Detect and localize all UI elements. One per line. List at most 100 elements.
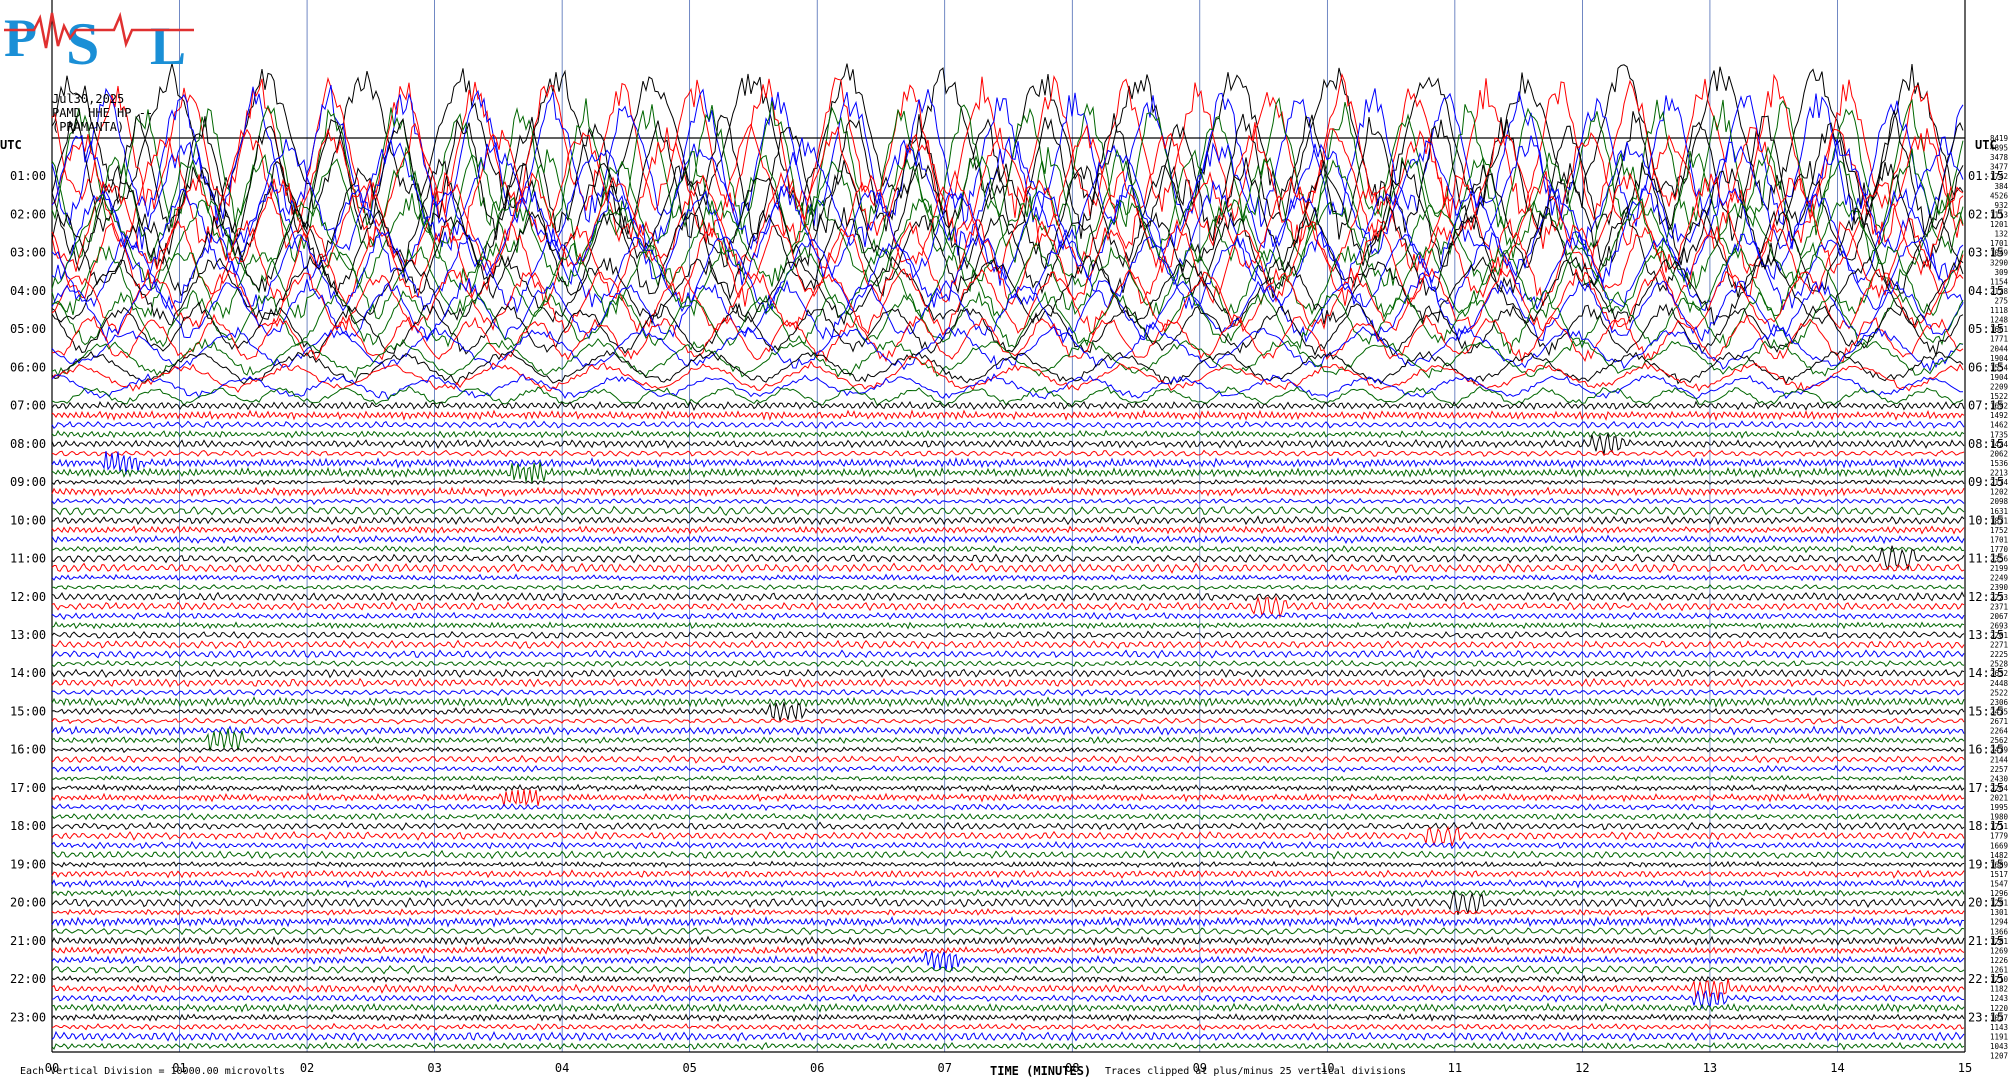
trace-value-label: 2390 [1990, 583, 2009, 592]
x-tick-label: 11 [1448, 1061, 1462, 1075]
trace-line [51, 478, 1965, 486]
trace-line [51, 545, 1965, 554]
trace-value-label: 1043 [1990, 1042, 2008, 1051]
left-time-label: 23:00 [10, 1010, 46, 1024]
trace-line [51, 649, 1965, 660]
trace-line [51, 783, 1965, 793]
trace-value-label: 1049 [1990, 249, 2008, 258]
trace-line [51, 1002, 1965, 1014]
trace-value-label: 2223 [1990, 593, 2008, 602]
trace-line [51, 926, 1965, 936]
left-time-label: 22:00 [10, 972, 46, 986]
trace-line [51, 145, 1964, 264]
trace-line [51, 812, 1965, 821]
trace-line [51, 974, 1965, 984]
trace-line [51, 621, 1965, 630]
trace-line [51, 515, 1965, 526]
trace-line [51, 573, 1965, 583]
trace-line [51, 840, 1965, 850]
x-tick-label: 02 [300, 1061, 314, 1075]
seismogram-plot: 00 01 02 03 04 05 06 07 08 09 10 11 12 13 14 1501:0002:… [10, 0, 2009, 1075]
trace-line [51, 429, 1965, 439]
trace-value-label: 1243 [1990, 994, 2008, 1003]
trace-line [51, 789, 1965, 807]
utc-right-label: UTC [1975, 138, 1997, 152]
left-time-label: 01:00 [10, 169, 46, 183]
x-tick-label: 12 [1575, 1061, 1589, 1075]
trace-value-label: 1631 [1990, 507, 2008, 516]
left-time-label: 08:00 [10, 437, 46, 451]
trace-line [51, 696, 1965, 708]
left-time-label: 05:00 [10, 322, 46, 336]
trace-value-label: 1995 [1990, 803, 2008, 812]
trace-value-label: 1669 [1990, 841, 2008, 850]
trace-line [51, 525, 1965, 535]
trace-value-label: 1689 [1990, 860, 2008, 869]
x-tick-label: 04 [555, 1061, 569, 1075]
trace-line [51, 888, 1965, 898]
trace-line [51, 338, 1964, 379]
trace-value-label: 1554 [1990, 363, 2009, 372]
trace-line [51, 630, 1965, 640]
x-axis-title: TIME (MINUTES) [990, 1064, 1092, 1078]
trace-value-label: 1547 [1990, 880, 2008, 889]
trace-line [51, 583, 1965, 591]
trace-value-label: 2356 [1990, 555, 2009, 564]
x-tick-label: 03 [427, 1061, 441, 1075]
trace-value-label: 1661 [1990, 325, 2008, 334]
trace-line [51, 803, 1965, 812]
trace-line [51, 945, 1965, 956]
trace-value-label: 1191 [1990, 1032, 2008, 1041]
trace-line [51, 764, 1965, 773]
trace-line [51, 935, 1965, 947]
trace-value-label: 2257 [1990, 765, 2008, 774]
trace-value-label: 1281 [1990, 937, 2008, 946]
trace-line [51, 725, 1965, 736]
left-time-label: 11:00 [10, 552, 46, 566]
trace-line [51, 907, 1965, 917]
trace-value-label: 1220 [1990, 1004, 2009, 1013]
trace-value-label: 132 [1994, 230, 2008, 239]
trace-line [51, 878, 1965, 889]
trace-line [51, 702, 1965, 722]
trace-line [51, 774, 1965, 782]
trace-value-label: 1692 [1990, 402, 2008, 411]
trace-value-label: 1462 [1990, 421, 2008, 430]
x-tick-label: 06 [810, 1061, 824, 1075]
trace-value-label: 309 [1994, 268, 2008, 277]
trace-line [51, 313, 1964, 364]
trace-line [51, 497, 1965, 505]
trace-value-label: 2044 [1990, 344, 2009, 353]
trace-line [51, 717, 1965, 725]
x-tick-label: 05 [682, 1061, 696, 1075]
trace-line [51, 869, 1965, 879]
trace-line [51, 860, 1965, 869]
svg-text:L: L [150, 16, 186, 68]
trace-line [51, 449, 1965, 458]
left-time-label: 04:00 [10, 284, 46, 298]
trace-value-label: 1154 [1990, 277, 2009, 286]
trace-line [51, 534, 1965, 545]
trace-value-label: 2128 [1990, 287, 2009, 296]
trace-value-label: 2522 [1990, 688, 2008, 697]
left-time-label: 17:00 [10, 781, 46, 795]
trace-value-label: 1202 [1990, 488, 2008, 497]
trace-line [51, 951, 1965, 971]
trace-value-label: 3290 [1990, 258, 2009, 267]
trace-value-label: 1735 [1990, 430, 2008, 439]
left-time-label: 03:00 [10, 246, 46, 260]
left-time-label: 16:00 [10, 743, 46, 757]
trace-value-label: 2021 [1990, 793, 2008, 802]
logo-graphic: P S L [4, 8, 194, 77]
trace-value-label: 932 [1994, 201, 2008, 210]
trace-line [51, 591, 1965, 603]
trace-value-label: 2475 [1990, 707, 2008, 716]
x-tick-label: 15 [1958, 1061, 1972, 1075]
trace-line [51, 301, 1964, 358]
trace-line [51, 420, 1965, 430]
trace-value-label: 2067 [1990, 612, 2008, 621]
trace-value-label: 2306 [1990, 698, 2009, 707]
left-time-label: 06:00 [10, 360, 46, 374]
trace-value-label: 2632 [1990, 669, 2008, 678]
trace-value-label: 2264 [1990, 727, 2009, 736]
